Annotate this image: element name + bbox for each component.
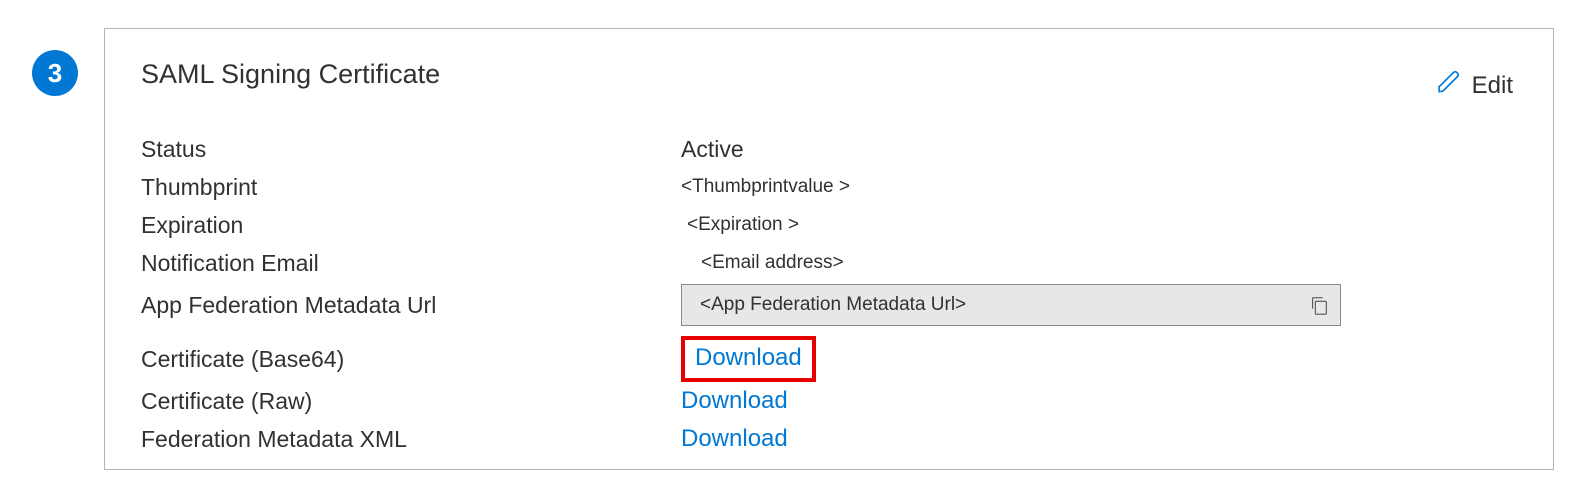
value-status: Active [681,136,744,163]
app-federation-url-field[interactable]: <App Federation Metadata Url> [681,284,1341,326]
row-notification-email: Notification Email <Email address> [141,244,1513,282]
value-notification-email: <Email address> [681,252,844,274]
panel-title: SAML Signing Certificate [141,59,440,90]
value-expiration: <Expiration > [681,214,799,236]
row-thumbprint: Thumbprint <Thumbprintvalue > [141,168,1513,206]
label-fed-meta-xml: Federation Metadata XML [141,422,681,457]
label-thumbprint: Thumbprint [141,170,681,205]
panel-header: SAML Signing Certificate Edit [141,59,1513,102]
download-link-cert-base64[interactable]: Download [695,344,802,371]
download-highlight-box: Download [681,336,816,382]
row-app-federation-url: App Federation Metadata Url <App Federat… [141,282,1513,328]
row-status: Status Active [141,130,1513,168]
edit-label: Edit [1472,72,1513,100]
edit-button[interactable]: Edit [1436,69,1513,102]
download-link-cert-raw[interactable]: Download [681,384,788,418]
row-cert-raw: Certificate (Raw) Download [141,382,1513,420]
row-expiration: Expiration <Expiration > [141,206,1513,244]
fields-list: Status Active Thumbprint <Thumbprintvalu… [141,130,1513,458]
label-cert-base64: Certificate (Base64) [141,342,681,377]
saml-signing-certificate-panel: SAML Signing Certificate Edit Status Act… [104,28,1554,470]
step-number-badge: 3 [32,50,78,96]
step-number: 3 [48,58,62,89]
label-expiration: Expiration [141,208,681,243]
app-federation-url-value: <App Federation Metadata Url> [700,294,1308,316]
label-app-federation-url: App Federation Metadata Url [141,288,681,323]
label-notification-email: Notification Email [141,246,681,281]
download-link-fed-meta-xml[interactable]: Download [681,422,788,456]
row-fed-meta-xml: Federation Metadata XML Download [141,420,1513,458]
copy-icon[interactable] [1308,294,1330,316]
value-thumbprint: <Thumbprintvalue > [681,176,850,198]
pencil-icon [1436,69,1462,102]
label-status: Status [141,132,681,167]
label-cert-raw: Certificate (Raw) [141,384,681,419]
row-cert-base64: Certificate (Base64) Download [141,336,1513,382]
